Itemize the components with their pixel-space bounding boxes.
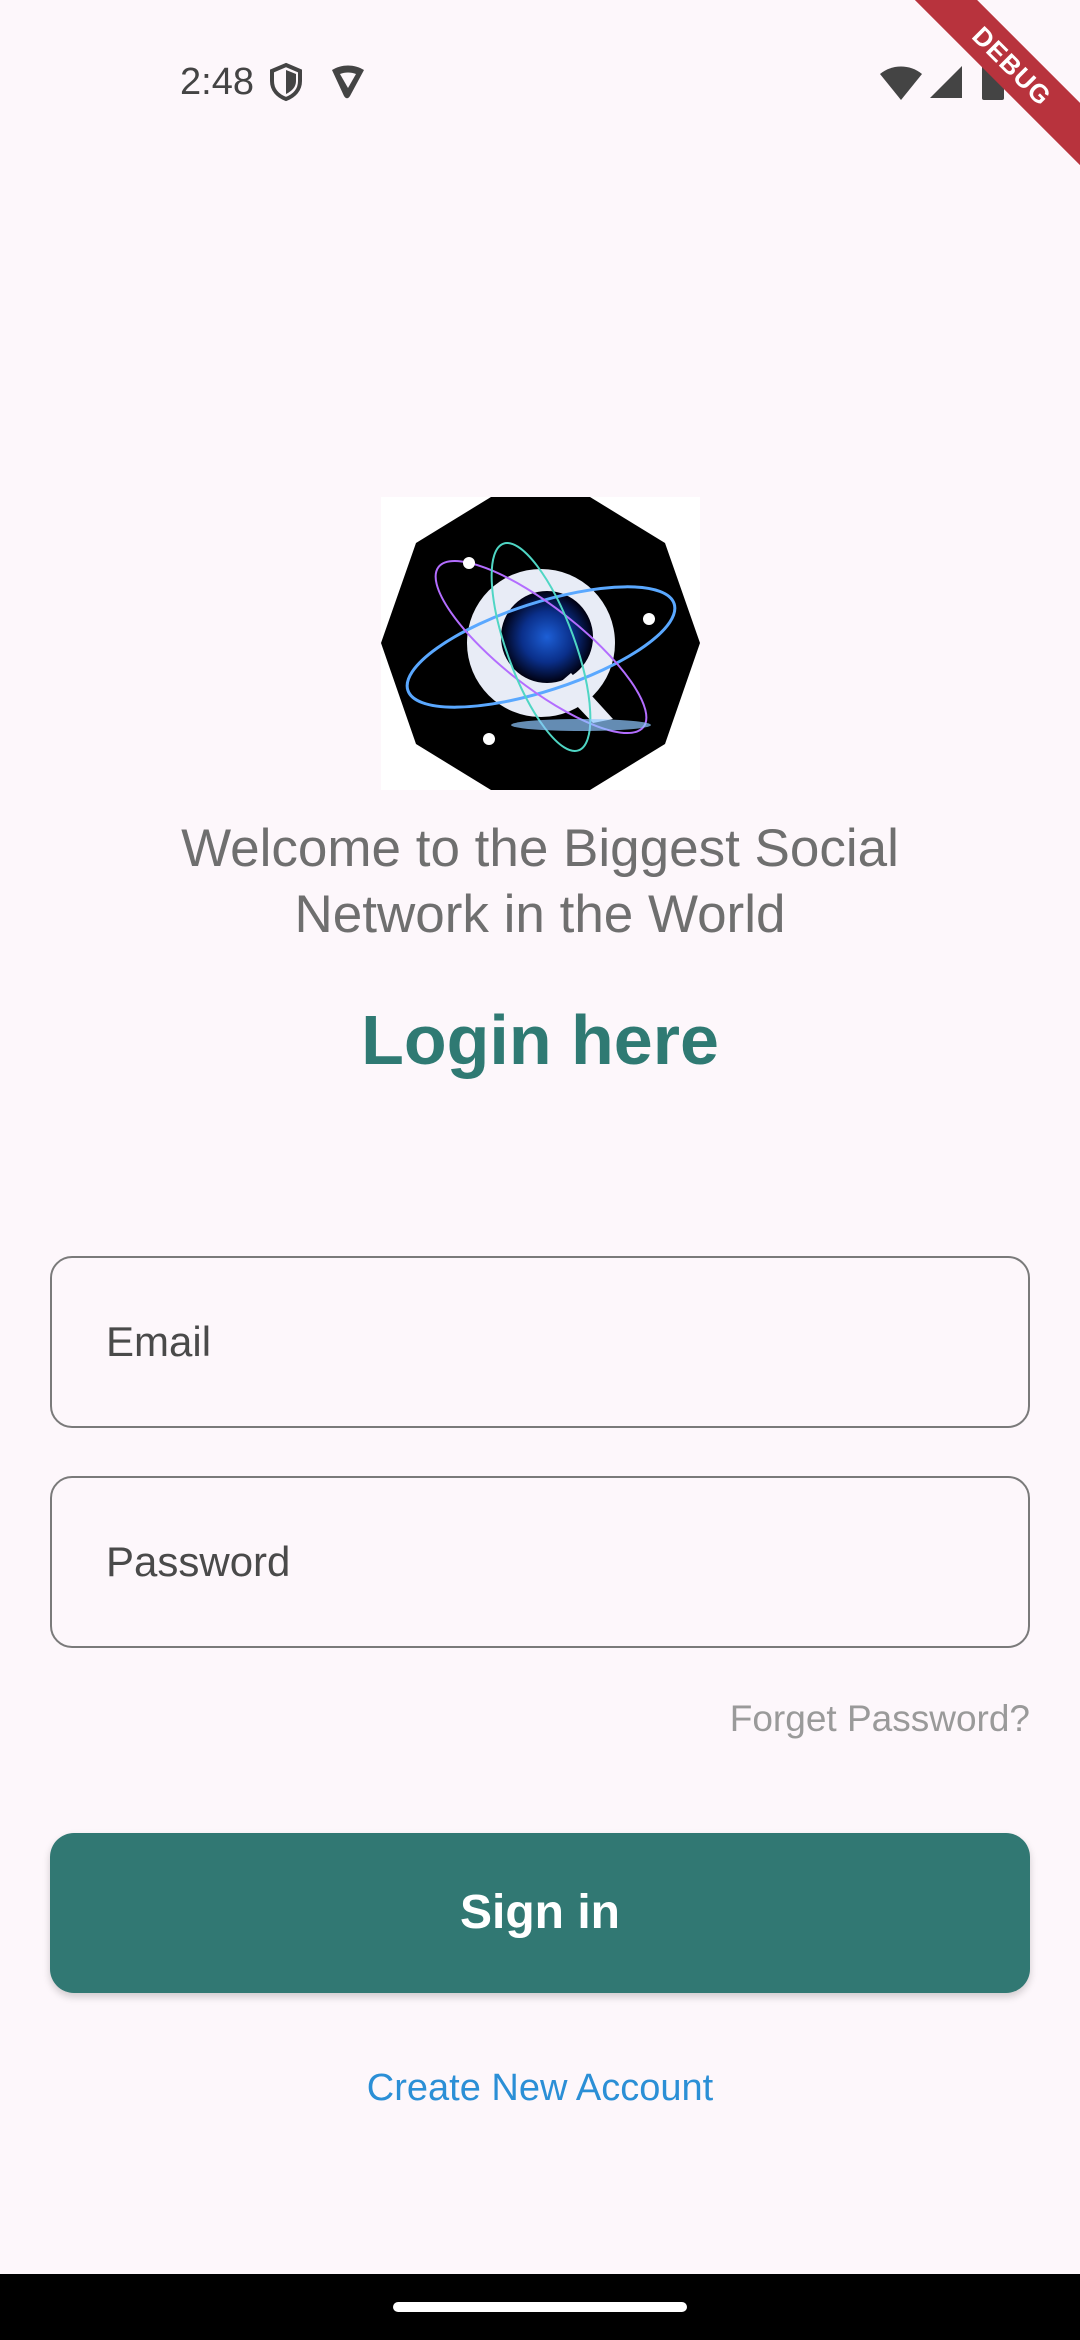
login-title: Login here — [361, 1001, 719, 1079]
password-field-label: Password — [106, 1538, 291, 1585]
email-field[interactable]: Email — [50, 1256, 1030, 1428]
welcome-text: Welcome to the Biggest Social Network in… — [181, 819, 899, 944]
debug-banner-label: DEBUG — [904, 0, 1080, 174]
status-time: 2:48 — [180, 61, 254, 103]
app-logo — [381, 497, 700, 790]
email-field-label: Email — [106, 1318, 212, 1365]
home-indicator[interactable] — [393, 2302, 687, 2312]
debug-banner: DEBUG — [900, 0, 1080, 180]
vpn-icon — [328, 62, 368, 107]
sign-in-button[interactable]: Sign in — [50, 1833, 1030, 1993]
forget-password-link[interactable]: Forget Password? — [730, 1696, 1030, 1742]
create-account-link[interactable]: Create New Account — [0, 2064, 1080, 2112]
shield-icon — [268, 62, 304, 107]
app-logo-icon — [381, 497, 700, 790]
password-field[interactable]: Password — [50, 1476, 1030, 1648]
